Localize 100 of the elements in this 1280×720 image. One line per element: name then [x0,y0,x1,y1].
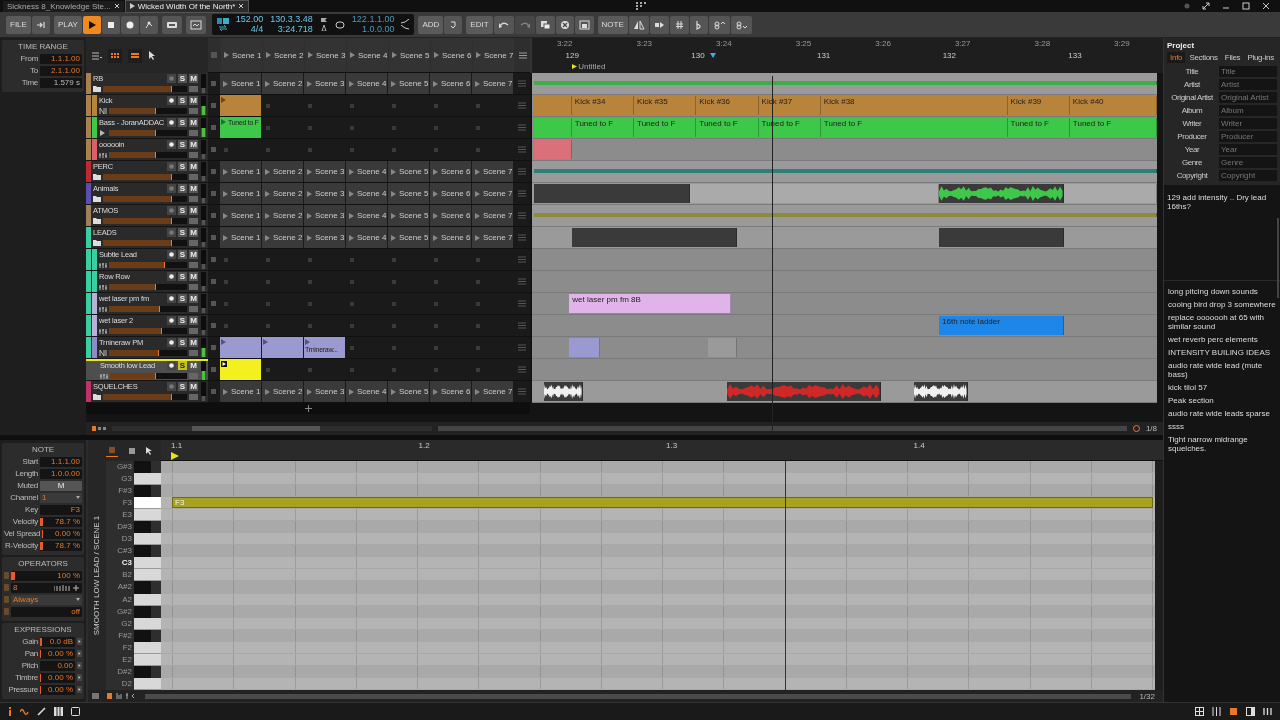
loop-length-value[interactable]: 1.0.0.00 [361,25,395,34]
scene-slot[interactable]: Scene 2 [262,205,303,226]
stop-icon[interactable] [392,103,396,108]
document-tab[interactable]: Wicked Width Of the North* [125,0,249,12]
solo-button[interactable]: S [178,361,187,370]
menu-icon[interactable] [518,256,526,263]
mute-button[interactable]: M [189,95,198,105]
scene-slot[interactable]: Scene 6 [430,183,471,204]
scene-slot[interactable]: Scene 5 [388,73,429,94]
monitor-button[interactable] [189,305,198,312]
scene-slot[interactable]: Scene 7 [472,73,513,94]
scene-slot[interactable]: Scene 4 [346,161,387,182]
arranger-clip[interactable]: Kick #35 [634,96,697,115]
note-view-button[interactable] [106,444,118,457]
stop-button[interactable] [101,15,120,34]
piano-key[interactable] [134,473,161,486]
stop-icon[interactable] [350,345,354,350]
scene-slot[interactable]: Scene 6 [430,381,471,402]
expand-icon[interactable] [77,650,82,657]
position-value[interactable]: 130.3.3.48 [270,15,313,24]
arranger-clip[interactable]: 16th note ladder [939,316,1064,335]
toggle-button[interactable]: M [40,480,82,491]
value-slider[interactable]: 78.7 % [40,540,82,551]
stop-icon[interactable] [434,323,438,328]
stop-icon[interactable] [266,323,270,328]
folder-icon[interactable] [93,239,101,246]
scene-slot[interactable]: Scene 5 [388,381,429,402]
panel-icon[interactable] [1246,707,1255,716]
stop-icon[interactable] [266,147,270,152]
arranger-clip[interactable] [569,338,601,357]
stop-icon[interactable] [392,301,396,306]
mute-button[interactable]: M [189,249,198,259]
audio-clip[interactable] [914,382,968,401]
tools-icon[interactable] [107,693,137,699]
record-arm-button[interactable] [167,293,176,303]
audio-clip[interactable] [939,184,1064,203]
stop-icon[interactable] [476,257,480,262]
scene-button[interactable]: Scene 4 [347,38,388,72]
arranger-clip[interactable]: Kick #34 [571,96,635,115]
fullscreen-icon[interactable] [1202,2,1210,10]
add-track-bar[interactable] [86,403,530,414]
monitor-button[interactable] [189,239,198,246]
clip-strip[interactable] [534,213,1157,217]
monitor-button[interactable] [189,173,198,180]
track-lane[interactable] [532,73,1157,95]
stop-icon[interactable] [434,279,438,284]
arranger-clip[interactable] [534,118,572,137]
pointer-icon[interactable] [146,446,152,455]
stop-icon[interactable] [224,301,228,306]
menu-icon[interactable] [518,344,526,351]
stop-icon[interactable] [350,257,354,262]
arranger-clip[interactable]: Kick #40 [1069,96,1157,115]
stop-icon[interactable] [476,323,480,328]
menu-icon[interactable] [518,234,526,241]
arranger-clip[interactable]: Tuned to F [820,118,1008,137]
clip-strip[interactable] [534,169,1157,173]
stop-icon[interactable] [392,147,396,152]
scene-button[interactable]: Scene 2 [263,38,304,72]
track-lane[interactable] [532,139,1157,161]
info-icon[interactable] [8,707,12,716]
scene-slot[interactable]: Scene 5 [388,161,429,182]
stop-icon[interactable] [266,301,270,306]
arranger-clip[interactable] [1063,184,1157,203]
audio-clip[interactable] [727,382,881,401]
mute-button[interactable]: M [189,205,198,215]
scene-slot[interactable]: Scene 4 [346,73,387,94]
solo-button[interactable]: S [178,183,187,193]
scrollbar[interactable] [145,693,1132,699]
dropdown[interactable]: Always [11,594,82,605]
monitor-button[interactable] [189,349,198,356]
stop-icon[interactable] [266,279,270,284]
stop-icon[interactable] [350,323,354,328]
mute-button[interactable]: M [189,161,198,171]
menu-icon[interactable] [518,168,526,175]
expand-icon[interactable] [77,674,82,681]
scene-slot[interactable]: Scene 7 [472,183,513,204]
expand-icon[interactable] [77,662,82,669]
grip-icon[interactable] [636,2,646,10]
scene-slot[interactable]: Scene 2 [262,227,303,248]
scene-slot[interactable]: Scene 4 [346,381,387,402]
scrollbar[interactable] [1277,218,1279,298]
close-icon[interactable] [113,3,120,9]
mute-button[interactable]: M [189,117,198,127]
mute-button[interactable]: M [189,381,198,391]
track-tools-icon[interactable] [92,426,106,431]
monitor-button[interactable] [189,393,198,400]
panel-tab[interactable]: Info [1167,52,1186,63]
scene-slot[interactable]: Scene 3 [304,381,345,402]
menu-button[interactable]: FILE [6,15,31,34]
record-arm-button[interactable] [167,315,176,325]
folder-icon[interactable] [93,195,101,202]
sharp-button[interactable] [669,15,689,34]
value-slider[interactable]: 0.00 % [40,684,75,695]
arranger-clip[interactable]: Kick #39 [1007,96,1070,115]
piano-key[interactable] [134,521,151,534]
monitor-button[interactable] [189,327,198,334]
audio-clip[interactable] [544,382,584,401]
stop-icon[interactable] [434,257,438,262]
dropdown[interactable]: 1 [40,492,82,503]
expand-icon[interactable] [77,638,82,645]
